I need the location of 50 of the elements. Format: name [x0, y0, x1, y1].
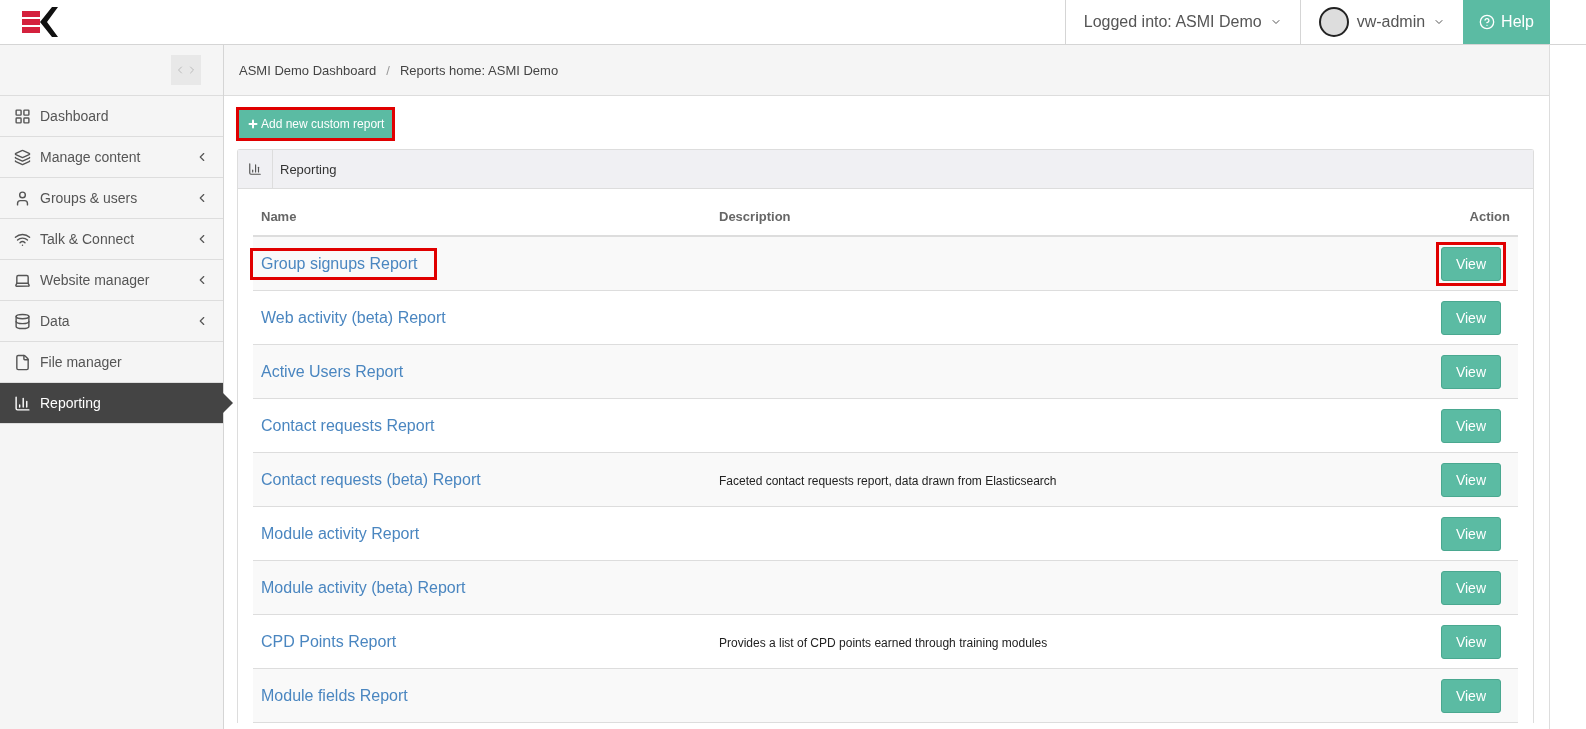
report-link[interactable]: Web activity (beta) Report: [253, 304, 462, 331]
report-link[interactable]: Contact requests (beta) Report: [253, 466, 497, 493]
report-link[interactable]: Module fields Report: [253, 682, 424, 709]
view-button[interactable]: View: [1440, 408, 1501, 443]
sidebar-toggle-button[interactable]: [171, 55, 201, 85]
breadcrumb-link[interactable]: ASMI Demo Dashboard: [239, 62, 377, 78]
report-link[interactable]: CPD Points Report: [253, 628, 413, 655]
sidebar-item[interactable]: Dashboard: [0, 96, 223, 137]
report-link[interactable]: Module activity (beta) Report: [253, 574, 482, 601]
layers-icon: [14, 148, 31, 166]
report-link[interactable]: Group signups Report: [253, 250, 434, 277]
view-button[interactable]: View: [1440, 300, 1501, 335]
database-icon: [14, 312, 31, 330]
account-dropdown[interactable]: Logged into: ASMI Demo: [1064, 0, 1300, 44]
file-icon: [14, 353, 31, 371]
plus-icon: [247, 118, 259, 130]
description-text: Faceted contact requests report, data drawn from Elasticsearch: [718, 473, 1058, 488]
view-button[interactable]: View: [1440, 570, 1501, 605]
view-button[interactable]: View: [1440, 624, 1501, 659]
grid-icon: [14, 107, 31, 125]
view-button[interactable]: View: [1440, 246, 1501, 281]
view-button[interactable]: View: [1440, 516, 1501, 551]
report-link[interactable]: Active Users Report: [253, 358, 420, 385]
user-menu[interactable]: vw-admin: [1299, 0, 1464, 44]
help-button[interactable]: Help: [1463, 0, 1550, 44]
sidebar-item[interactable]: Talk & Connect: [0, 219, 223, 260]
sidebar-item[interactable]: Data: [0, 301, 223, 342]
view-button[interactable]: View: [1440, 462, 1501, 497]
add-report-button[interactable]: Add new custom report: [239, 110, 393, 138]
user-icon: [14, 189, 31, 207]
avatar: [1318, 7, 1349, 37]
sidebar-item[interactable]: Groups & users: [0, 178, 223, 219]
sidebar-item[interactable]: Website manager: [0, 260, 223, 301]
breadcrumb-link[interactable]: Reports home: ASMI Demo: [399, 62, 559, 78]
report-link[interactable]: Module activity Report: [253, 520, 436, 547]
panel-title: Reporting: [279, 161, 337, 177]
report-link[interactable]: Contact requests Report: [253, 412, 451, 439]
active-pointer-icon: [223, 393, 233, 413]
bar-chart-icon: [14, 394, 31, 412]
logo-icon: [22, 7, 58, 37]
view-button[interactable]: View: [1440, 354, 1501, 389]
breadcrumb-separator: /: [386, 62, 390, 78]
sidebar-item[interactable]: Manage content: [0, 137, 223, 178]
column-header: Name: [260, 208, 298, 224]
view-button[interactable]: View: [1440, 678, 1501, 713]
column-header: Description: [718, 208, 792, 224]
bar-chart-icon: [248, 162, 262, 176]
column-header: Action: [1468, 208, 1511, 224]
help-icon: [1479, 14, 1496, 30]
description-text: Provides a list of CPD points earned through training modules: [718, 635, 1049, 650]
